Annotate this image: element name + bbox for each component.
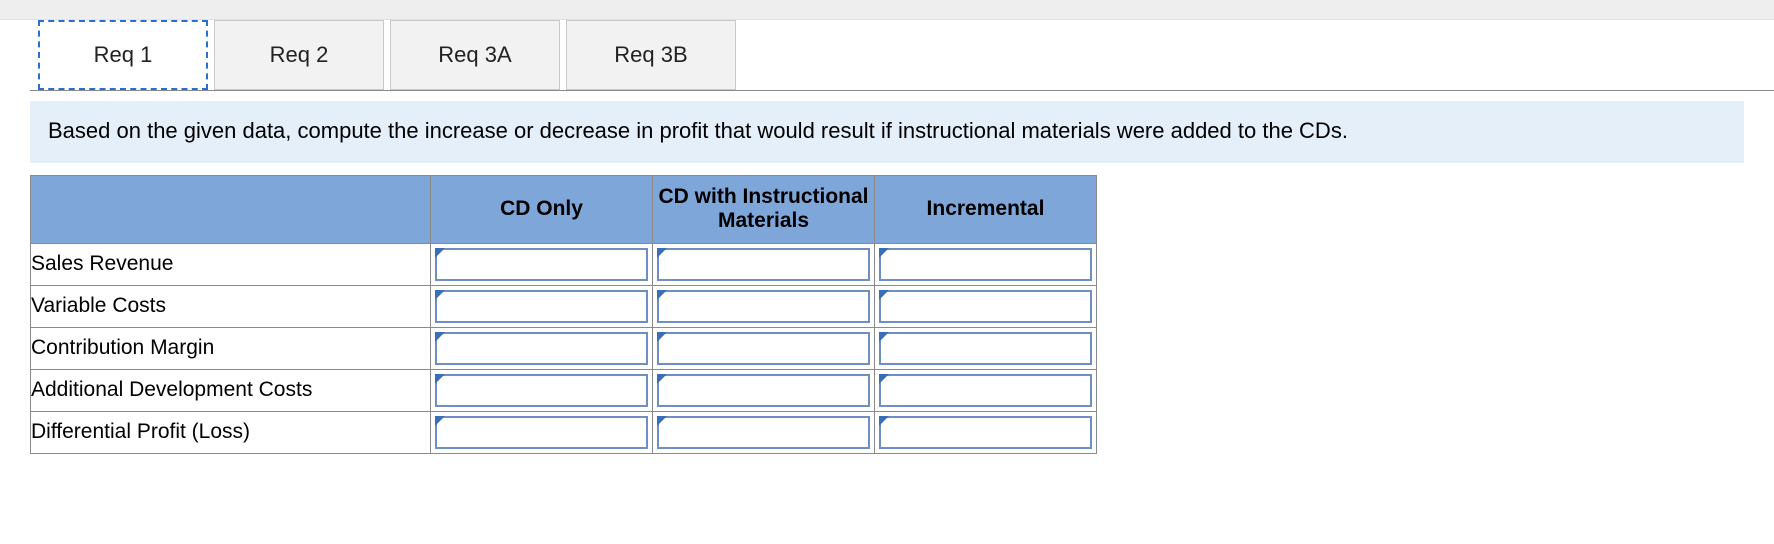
input-cell[interactable] [875, 369, 1097, 411]
input-cell[interactable] [653, 327, 875, 369]
row-label: Additional Development Costs [31, 369, 431, 411]
col-header-label: Incremental [927, 197, 1045, 220]
tab-req-2[interactable]: Req 2 [214, 20, 384, 90]
dropdown-indicator-icon [657, 248, 667, 258]
content-divider [30, 90, 1774, 91]
input-cell[interactable] [653, 243, 875, 285]
col-header-blank [31, 175, 431, 243]
dropdown-indicator-icon [879, 332, 889, 342]
input-cell[interactable] [875, 327, 1097, 369]
input-cell[interactable] [431, 411, 653, 453]
dropdown-indicator-icon [435, 248, 445, 258]
dropdown-indicator-icon [435, 374, 445, 384]
table-row: Contribution Margin [31, 327, 1097, 369]
row-label: Differential Profit (Loss) [31, 411, 431, 453]
instruction-text: Based on the given data, compute the inc… [48, 118, 1348, 143]
col-header-label: CD with Instructional Materials [659, 185, 869, 232]
input-cell[interactable] [653, 411, 875, 453]
dropdown-indicator-icon [435, 290, 445, 300]
row-label-text: Additional Development Costs [31, 378, 312, 401]
tab-label: Req 3B [614, 42, 687, 68]
tab-label: Req 1 [94, 42, 153, 68]
table-row: Variable Costs [31, 285, 1097, 327]
input-cell[interactable] [653, 285, 875, 327]
input-cell[interactable] [653, 369, 875, 411]
row-label: Variable Costs [31, 285, 431, 327]
row-label: Contribution Margin [31, 327, 431, 369]
input-cell[interactable] [431, 369, 653, 411]
col-header-cd-only: CD Only [431, 175, 653, 243]
dropdown-indicator-icon [879, 290, 889, 300]
tab-row: Req 1 Req 2 Req 3A Req 3B [0, 20, 1774, 90]
dropdown-indicator-icon [657, 332, 667, 342]
tab-req-3b[interactable]: Req 3B [566, 20, 736, 90]
data-table: CD Only CD with Instructional Materials … [30, 175, 1097, 454]
dropdown-indicator-icon [657, 374, 667, 384]
dropdown-indicator-icon [657, 290, 667, 300]
input-cell[interactable] [431, 327, 653, 369]
dropdown-indicator-icon [435, 416, 445, 426]
row-label: Sales Revenue [31, 243, 431, 285]
tab-req-1[interactable]: Req 1 [38, 20, 208, 90]
row-label-text: Variable Costs [31, 294, 166, 317]
dropdown-indicator-icon [657, 416, 667, 426]
tab-label: Req 3A [438, 42, 511, 68]
row-label-text: Differential Profit (Loss) [31, 420, 250, 443]
row-label-text: Contribution Margin [31, 336, 214, 359]
col-header-label: CD Only [500, 197, 583, 220]
table-row: Sales Revenue [31, 243, 1097, 285]
instruction-panel: Based on the given data, compute the inc… [30, 101, 1744, 163]
col-header-cd-instructional: CD with Instructional Materials [653, 175, 875, 243]
worksheet: CD Only CD with Instructional Materials … [30, 175, 1774, 454]
table-row: Differential Profit (Loss) [31, 411, 1097, 453]
table-row: Additional Development Costs [31, 369, 1097, 411]
input-cell[interactable] [875, 243, 1097, 285]
tab-req-3a[interactable]: Req 3A [390, 20, 560, 90]
tab-label: Req 2 [270, 42, 329, 68]
input-cell[interactable] [875, 285, 1097, 327]
header-bar [0, 0, 1774, 20]
input-cell[interactable] [431, 243, 653, 285]
dropdown-indicator-icon [435, 332, 445, 342]
input-cell[interactable] [431, 285, 653, 327]
dropdown-indicator-icon [879, 416, 889, 426]
row-label-text: Sales Revenue [31, 252, 173, 275]
col-header-incremental: Incremental [875, 175, 1097, 243]
dropdown-indicator-icon [879, 374, 889, 384]
dropdown-indicator-icon [879, 248, 889, 258]
page: Req 1 Req 2 Req 3A Req 3B Based on the g… [0, 0, 1774, 454]
input-cell[interactable] [875, 411, 1097, 453]
